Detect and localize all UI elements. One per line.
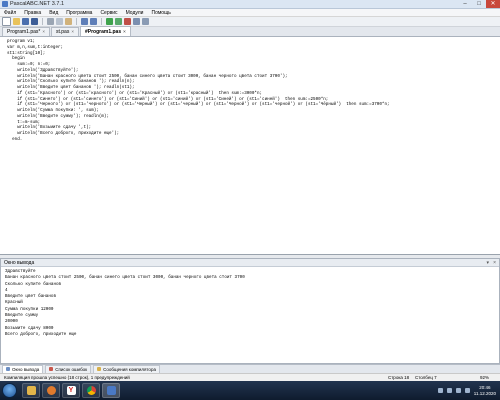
- media-player-icon[interactable]: [42, 383, 60, 398]
- tab-label: Program1.pas*: [7, 29, 41, 35]
- debug-icon[interactable]: [115, 18, 122, 25]
- title-bar: PascalABC.NET 3.7.1 – □ ✕: [0, 0, 500, 9]
- menu-help[interactable]: Помощь: [147, 10, 174, 16]
- menu-program[interactable]: Программа: [62, 10, 96, 16]
- close-button[interactable]: ✕: [486, 0, 500, 8]
- network-icon[interactable]: [446, 388, 452, 393]
- yandex-browser-icon[interactable]: Y: [62, 383, 80, 398]
- stop-icon[interactable]: [124, 18, 131, 25]
- clock[interactable]: 20:46 11.12.2020: [474, 385, 496, 396]
- code-line: end.: [7, 136, 23, 142]
- menu-view[interactable]: Вид: [45, 10, 62, 16]
- paste-icon[interactable]: [65, 18, 72, 25]
- status-zoom: 92%: [480, 375, 490, 380]
- step-icon[interactable]: [133, 18, 140, 25]
- toolbar-separator: [76, 18, 77, 25]
- volume-icon[interactable]: [455, 388, 461, 393]
- minimize-button[interactable]: –: [458, 0, 472, 8]
- tab-close-icon[interactable]: ×: [123, 28, 126, 36]
- status-column-number: Столбец 7: [415, 375, 437, 380]
- code-editor[interactable]: program v1; var m,n,sum,t:integer; st1:str…: [0, 37, 500, 255]
- copy-icon[interactable]: [56, 18, 63, 25]
- window-title: PascalABC.NET 3.7.1: [10, 1, 65, 7]
- redo-icon[interactable]: [90, 18, 97, 25]
- tab-label: Сообщения компилятора: [103, 366, 156, 372]
- new-file-icon[interactable]: [2, 17, 11, 26]
- editor-tab-bar: Program1.pas* × st.pas × #Program1.pas ×: [0, 26, 500, 37]
- output-line: Всего доброго, приходите еще: [5, 331, 77, 337]
- tab-program1-active[interactable]: #Program1.pas ×: [79, 26, 131, 36]
- compiler-messages-icon: [97, 367, 102, 371]
- explorer-icon[interactable]: [22, 383, 40, 398]
- start-button[interactable]: [2, 383, 17, 398]
- tab-label: st.pas: [56, 29, 70, 35]
- format-icon[interactable]: [142, 18, 149, 25]
- tab-close-icon[interactable]: ×: [71, 28, 74, 36]
- app-icon: [2, 1, 8, 7]
- output-window-icon: [6, 367, 10, 371]
- clock-date: 11.12.2020: [473, 390, 496, 396]
- menu-tools[interactable]: Сервис: [96, 10, 121, 16]
- undo-icon[interactable]: [81, 18, 88, 25]
- menu-bar: Файл Правка Вид Программа Сервис Модули …: [0, 9, 500, 17]
- pin-icon[interactable]: ▾: [486, 260, 489, 266]
- save-all-icon[interactable]: [31, 18, 38, 25]
- chrome-icon[interactable]: [82, 383, 100, 398]
- tab-st[interactable]: st.pas ×: [51, 27, 79, 36]
- tab-program1-modified[interactable]: Program1.pas* ×: [2, 27, 50, 36]
- tab-close-icon[interactable]: ×: [42, 28, 45, 36]
- status-line-number: Строка 18: [388, 375, 410, 380]
- run-icon[interactable]: [106, 18, 113, 25]
- output-panel-title: Окно вывода: [4, 260, 35, 266]
- menu-file[interactable]: Файл: [0, 10, 20, 16]
- code-text[interactable]: program v1; var m,n,sum,t:integer; st1:str…: [7, 39, 390, 143]
- tab-label: #Program1.pas: [84, 28, 122, 35]
- system-tray: 20:46 11.12.2020: [400, 383, 498, 398]
- tray-arrow-icon[interactable]: [437, 388, 443, 393]
- status-message: Компиляция прошла успешно (18 строк), 1 …: [4, 375, 130, 380]
- maximize-button[interactable]: □: [472, 0, 486, 8]
- menu-modules[interactable]: Модули: [122, 10, 148, 16]
- language-icon[interactable]: [464, 388, 470, 393]
- tab-label: Окно вывода: [12, 366, 40, 372]
- error-list-icon: [49, 367, 54, 371]
- menu-edit[interactable]: Правка: [20, 10, 45, 16]
- toolbar-separator: [101, 18, 102, 25]
- close-icon[interactable]: ×: [493, 260, 496, 266]
- toolbar: [0, 17, 500, 27]
- bottom-tab-bar: Окно вывода Список ошибок Сообщения комп…: [0, 364, 500, 374]
- pascal-abc-icon[interactable]: [102, 383, 120, 398]
- windows-taskbar: Y 20:46 11.12.2020: [0, 381, 500, 400]
- output-panel: Окно вывода ▾ × Здравствуйте Банан красно…: [0, 258, 500, 364]
- output-text[interactable]: Здравствуйте Банан красного цвета стоит 2…: [5, 269, 245, 338]
- output-panel-header: Окно вывода ▾ ×: [1, 259, 499, 267]
- cut-icon[interactable]: [47, 18, 54, 25]
- save-icon[interactable]: [22, 18, 29, 25]
- toolbar-separator: [42, 18, 43, 25]
- output-line: Банан красного цвета стоит 2500, банан с…: [5, 275, 245, 281]
- status-bar: Компиляция прошла успешно (18 строк), 1 …: [0, 373, 500, 381]
- tab-label: Список ошибок: [55, 366, 88, 372]
- open-file-icon[interactable]: [13, 18, 20, 25]
